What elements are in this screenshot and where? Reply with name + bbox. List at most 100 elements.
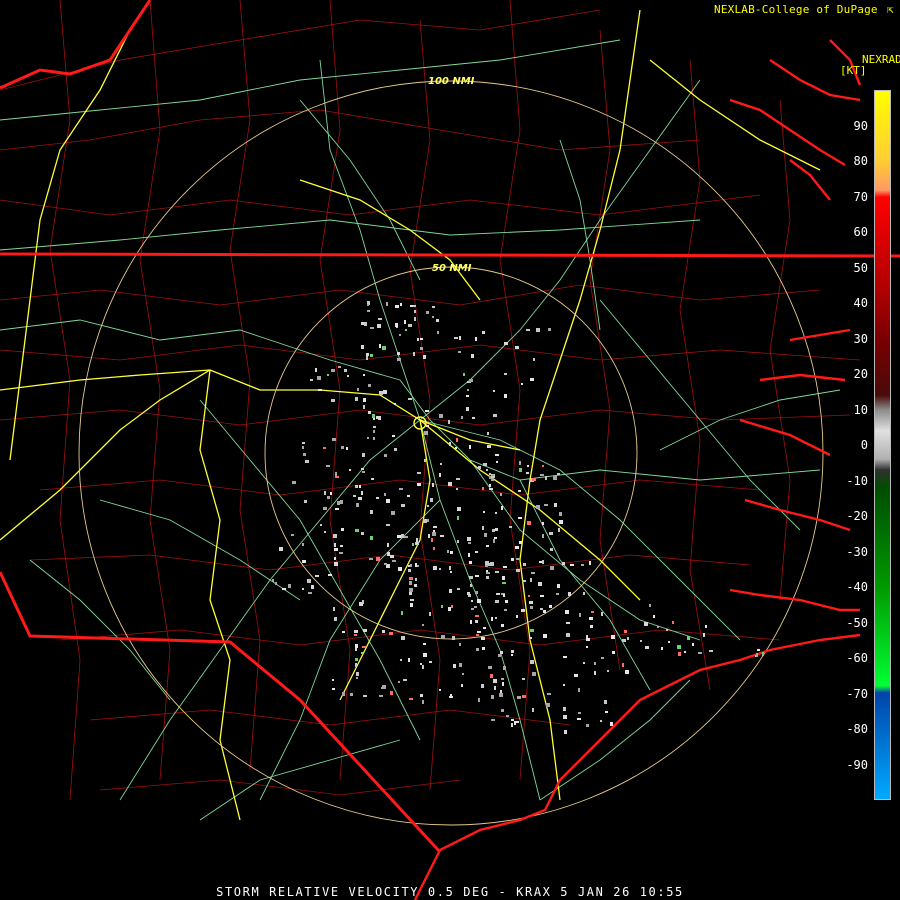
echo-pixel: [401, 534, 404, 538]
echo-pixel: [511, 558, 514, 561]
echo-pixel: [577, 718, 581, 720]
echo-pixel: [310, 379, 313, 381]
echo-pixel: [331, 369, 335, 372]
colorbar-tick-label: 10: [853, 402, 868, 417]
echo-pixel: [600, 720, 602, 722]
echo-pixel: [611, 635, 615, 639]
echo-pixel: [522, 695, 526, 698]
echo-pixel: [423, 653, 427, 657]
echo-pixel: [518, 517, 522, 519]
echo-pixel: [478, 466, 481, 469]
echo-pixel: [530, 660, 534, 664]
echo-pixel: [493, 679, 497, 683]
echo-pixel: [357, 388, 359, 391]
echo-pixel: [583, 662, 585, 664]
echo-pixel: [436, 319, 439, 322]
echo-pixel: [607, 670, 609, 672]
colorbar-tick-label: 50: [853, 260, 868, 275]
echo-pixel: [542, 560, 544, 564]
echo-pixel: [550, 566, 554, 570]
echo-pixel: [684, 651, 686, 653]
echo-pixel: [414, 584, 417, 587]
echo-pixel: [441, 605, 443, 608]
colorbar-tick-label: -90: [846, 757, 868, 772]
echo-pixel: [335, 476, 339, 478]
echo-pixel: [356, 503, 359, 507]
echo-pixel: [409, 588, 413, 592]
echo-pixel: [362, 471, 365, 473]
echo-pixel: [384, 563, 387, 565]
echo-pixel: [368, 384, 371, 387]
echo-pixel: [355, 397, 358, 401]
echo-pixel: [456, 488, 458, 490]
echo-pixel: [474, 606, 477, 608]
echo-pixel: [303, 453, 306, 456]
echo-pixel: [461, 416, 463, 419]
echo-pixel: [563, 707, 566, 711]
echo-pixel: [414, 317, 416, 321]
echo-pixel: [401, 636, 405, 640]
echo-pixel: [475, 551, 478, 553]
echo-pixel: [331, 399, 335, 402]
echo-pixel: [432, 483, 434, 487]
echo-pixel: [432, 306, 435, 308]
echo-pixel: [391, 511, 395, 515]
echo-pixel: [469, 445, 471, 449]
echo-pixel: [367, 310, 370, 312]
echo-pixel: [409, 592, 412, 595]
echo-pixel: [450, 694, 452, 698]
echo-pixel: [408, 569, 411, 572]
echo-pixel: [424, 459, 426, 462]
echo-pixel: [528, 595, 530, 597]
echo-pixel: [457, 588, 460, 590]
echo-pixel: [433, 526, 437, 528]
echo-pixel: [594, 662, 596, 665]
echo-pixel: [477, 599, 481, 603]
echo-pixel: [408, 658, 410, 662]
echo-pixel: [292, 481, 296, 484]
echo-pixel: [503, 594, 505, 597]
echo-pixel: [527, 521, 531, 525]
echo-pixel: [410, 564, 412, 567]
echo-pixel: [420, 694, 423, 697]
border-va-nc: [0, 252, 900, 258]
echo-pixel: [500, 651, 503, 654]
echo-pixel: [532, 672, 536, 676]
echo-pixel: [354, 630, 358, 633]
echo-pixel: [332, 438, 336, 441]
echo-pixel: [519, 461, 521, 465]
echo-pixel: [467, 592, 470, 595]
echo-pixel: [392, 560, 396, 562]
echo-pixel: [496, 593, 500, 595]
echo-pixel: [409, 698, 413, 700]
echo-pixel: [506, 715, 509, 717]
echo-pixel: [532, 478, 536, 481]
echo-pixel: [605, 711, 608, 713]
echo-pixel: [353, 495, 356, 497]
ring-label-50: 50 NMI: [432, 263, 472, 274]
echo-pixel: [498, 654, 501, 657]
echo-pixel: [426, 311, 429, 314]
echo-pixel: [475, 615, 479, 617]
echo-pixel: [489, 484, 491, 487]
echo-pixel: [489, 473, 491, 475]
echo-pixel: [481, 637, 485, 640]
echo-pixel: [502, 682, 504, 686]
echo-pixel: [487, 432, 489, 435]
echo-pixel: [394, 448, 397, 451]
echo-pixel: [387, 543, 389, 547]
echo-pixel: [476, 648, 479, 651]
external-link-icon[interactable]: ⇱: [887, 3, 894, 16]
echo-pixel: [401, 611, 403, 615]
echo-pixel: [315, 575, 319, 577]
echo-pixel: [288, 584, 291, 588]
echo-pixel: [590, 625, 593, 628]
echo-pixel: [627, 637, 629, 640]
echo-pixel: [423, 355, 426, 359]
echo-pixel: [432, 532, 436, 536]
echo-pixel: [416, 538, 418, 542]
echo-pixel: [417, 338, 419, 341]
echo-pixel: [372, 414, 375, 418]
echo-pixel: [566, 622, 570, 624]
echo-pixel: [563, 715, 567, 719]
